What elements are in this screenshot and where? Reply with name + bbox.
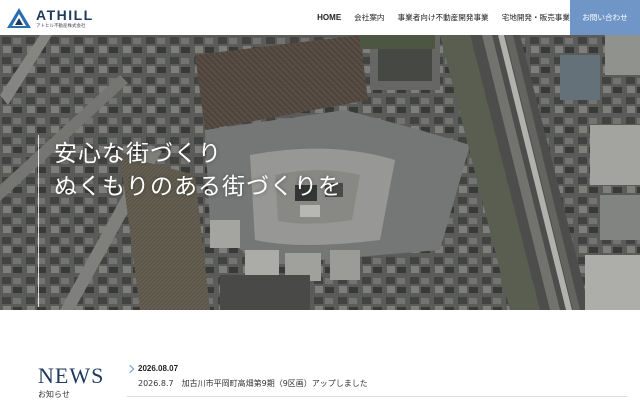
logo-mark-icon [7,8,31,28]
hero-divider-line [38,135,39,307]
news-divider [127,396,627,397]
site-header: ATHILL アトヒル不動産株式会社 HOME 会社案内 事業者向け不動産開発事… [0,0,640,35]
brand-logo[interactable]: ATHILL アトヒル不動産株式会社 [6,6,102,30]
news-list: 2026.08.07 2026.8.7 加古川市平岡町高畑第9期（9区画）アップ… [127,364,627,397]
news-subtitle: お知らせ [38,390,70,399]
news-item[interactable]: 2026.08.07 2026.8.7 加古川市平岡町高畑第9期（9区画）アップ… [127,364,627,397]
hero-headline-line2: ぬくもりのある街づくりを [54,174,342,200]
hero-section: 安心な街づくり ぬくもりのある街づくりを [0,35,640,310]
hero-headline-line1: 安心な街づくり [54,141,222,167]
news-link[interactable]: 2026.8.7 加古川市平岡町高畑第9期（9区画）アップしました [127,378,627,389]
brand-tagline: アトヒル不動産株式会社 [36,24,86,29]
news-date: 2026.08.07 [127,364,627,373]
main-nav: HOME 会社案内 事業者向け不動産開発事業 宅地開発・販売事業 [317,0,570,35]
nav-item-residential-land[interactable]: 宅地開発・販売事業 [502,12,570,23]
nav-item-home[interactable]: HOME [317,13,341,22]
nav-item-business-development[interactable]: 事業者向け不動産開発事業 [398,12,489,23]
news-title: NEWS [38,363,105,388]
nav-item-company[interactable]: 会社案内 [354,12,384,23]
brand-name: ATHILL [36,7,94,23]
contact-button[interactable]: お問い合わせ [570,0,640,35]
hero-copy: 安心な街づくり ぬくもりのある街づくりを [54,138,342,204]
